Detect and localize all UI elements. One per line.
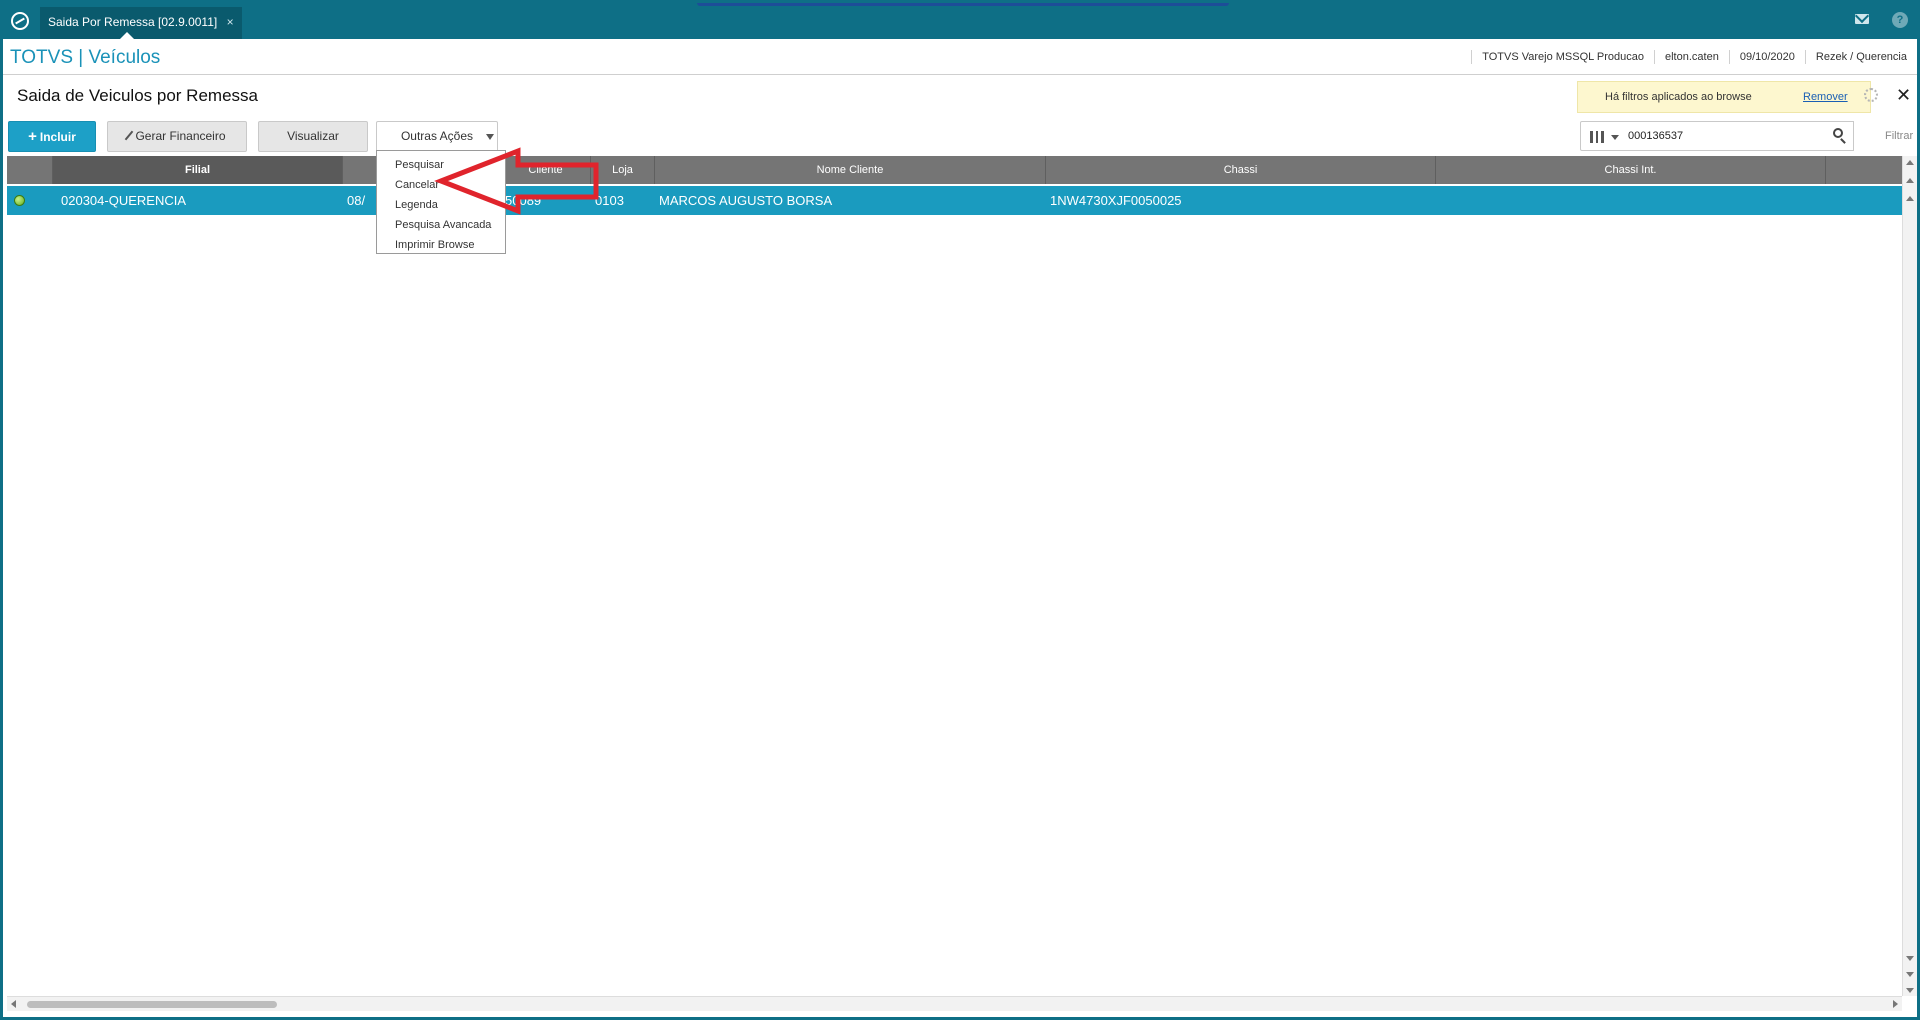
- pencil-icon: [125, 130, 134, 141]
- filter-notice-text: Há filtros aplicados ao browse: [1605, 91, 1752, 103]
- date-label: 09/10/2020: [1728, 50, 1805, 64]
- columns-icon: [1590, 131, 1604, 143]
- header-loja[interactable]: Loja: [591, 156, 655, 184]
- mail-icon[interactable]: [1855, 14, 1869, 24]
- session-info: TOTVS Varejo MSSQL Producao elton.caten …: [1471, 39, 1917, 75]
- outras-acoes-menu: Pesquisar Cancelar Legenda Pesquisa Avan…: [376, 150, 506, 254]
- menu-item-cancelar[interactable]: Cancelar: [377, 175, 505, 195]
- cell-cliente: 50089: [505, 193, 542, 208]
- search-icon[interactable]: [1833, 128, 1843, 138]
- chevron-down-icon: [486, 134, 494, 140]
- cell-chassi-int: [1436, 186, 1826, 215]
- header-filler: [1826, 156, 1903, 184]
- cell-loja: 0103: [595, 193, 624, 208]
- page-title: Saida de Veiculos por Remessa: [17, 86, 258, 105]
- cell-chassi: 1NW4730XJF0050025: [1050, 193, 1182, 208]
- menu-item-imprimir-browse[interactable]: Imprimir Browse: [377, 235, 505, 255]
- column-view-toggle[interactable]: [1580, 121, 1623, 151]
- scroll-left-icon[interactable]: [11, 1000, 16, 1008]
- gerar-financeiro-label: Gerar Financeiro: [135, 129, 226, 143]
- status-green-icon: [14, 195, 25, 206]
- vertical-scrollbar[interactable]: [1902, 156, 1917, 996]
- scroll-thumb[interactable]: [27, 1001, 277, 1008]
- tab-title: Saida Por Remessa [02.9.0011]: [48, 15, 218, 29]
- gear-icon[interactable]: [1864, 88, 1878, 102]
- filter-notice: Há filtros aplicados ao browse Remover: [1577, 81, 1871, 113]
- incluir-label: Incluir: [39, 130, 76, 144]
- menu-item-pesquisa-avancada[interactable]: Pesquisa Avancada: [377, 215, 505, 235]
- header-cliente[interactable]: Cliente: [501, 156, 591, 184]
- header-filial[interactable]: Filial: [53, 156, 343, 184]
- scroll-page-down-icon[interactable]: [1906, 972, 1914, 977]
- horizontal-scrollbar[interactable]: [7, 996, 1902, 1011]
- header-chassi-int[interactable]: Chassi Int.: [1436, 156, 1826, 184]
- scroll-down-icon[interactable]: [1906, 956, 1914, 961]
- user-label: elton.caten: [1654, 50, 1729, 64]
- filtrar-link[interactable]: Filtrar: [1885, 130, 1913, 142]
- company-label[interactable]: Rezek / Querencia: [1804, 50, 1917, 64]
- scroll-bottom-icon[interactable]: [1906, 988, 1914, 993]
- help-icon[interactable]: ?: [1892, 12, 1908, 28]
- grid-header: Filial Cliente Loja Nome Cliente Chassi …: [7, 156, 1903, 184]
- scroll-page-up-icon[interactable]: [1906, 178, 1914, 183]
- scroll-up-icon[interactable]: [1906, 196, 1914, 201]
- incluir-button[interactable]: + Incluir: [8, 121, 96, 152]
- tab-saida-por-remessa[interactable]: Saida Por Remessa [02.9.0011] ×: [40, 7, 242, 39]
- environment-label: TOTVS Varejo MSSQL Producao: [1471, 50, 1654, 64]
- tab-close-icon[interactable]: ×: [227, 15, 234, 29]
- plus-icon: +: [28, 128, 37, 145]
- chevron-down-icon: [1611, 135, 1619, 140]
- top-highlight-bar: [697, 3, 1229, 6]
- menu-item-pesquisar[interactable]: Pesquisar: [377, 155, 505, 175]
- outras-acoes-label: Outras Ações: [400, 129, 474, 143]
- gerar-financeiro-button[interactable]: Gerar Financeiro: [107, 121, 247, 152]
- app-window: Saida Por Remessa [02.9.0011] × ? TOTVS …: [3, 3, 1917, 1017]
- browse-grid: Filial Cliente Loja Nome Cliente Chassi …: [7, 156, 1903, 996]
- module-header: TOTVS | Veículos TOTVS Varejo MSSQL Prod…: [3, 39, 1917, 75]
- outras-acoes-button[interactable]: Outras Ações: [376, 121, 498, 152]
- active-tab-marker: [120, 32, 134, 39]
- top-bar: Saida Por Remessa [02.9.0011] × ?: [3, 3, 1917, 39]
- search-input[interactable]: [1622, 121, 1854, 151]
- close-icon[interactable]: ✕: [1896, 86, 1912, 104]
- header-nome-cliente[interactable]: Nome Cliente: [655, 156, 1046, 184]
- cell-nome-cliente: MARCOS AUGUSTO BORSA: [659, 193, 833, 208]
- menu-item-legenda[interactable]: Legenda: [377, 195, 505, 215]
- header-chassi[interactable]: Chassi: [1046, 156, 1436, 184]
- table-row[interactable]: 020304-QUERENCIA 08/ 50089 0103 MARCOS A…: [7, 186, 1903, 215]
- scroll-top-icon[interactable]: [1906, 160, 1914, 165]
- cell-filial: 020304-QUERENCIA: [61, 193, 186, 208]
- visualizar-button[interactable]: Visualizar: [258, 121, 368, 152]
- header-status: [7, 156, 53, 184]
- totvs-logo-icon[interactable]: [11, 12, 29, 30]
- module-brand: TOTVS | Veículos: [10, 47, 161, 68]
- remove-filter-link[interactable]: Remover: [1803, 91, 1848, 103]
- scroll-right-icon[interactable]: [1893, 1000, 1898, 1008]
